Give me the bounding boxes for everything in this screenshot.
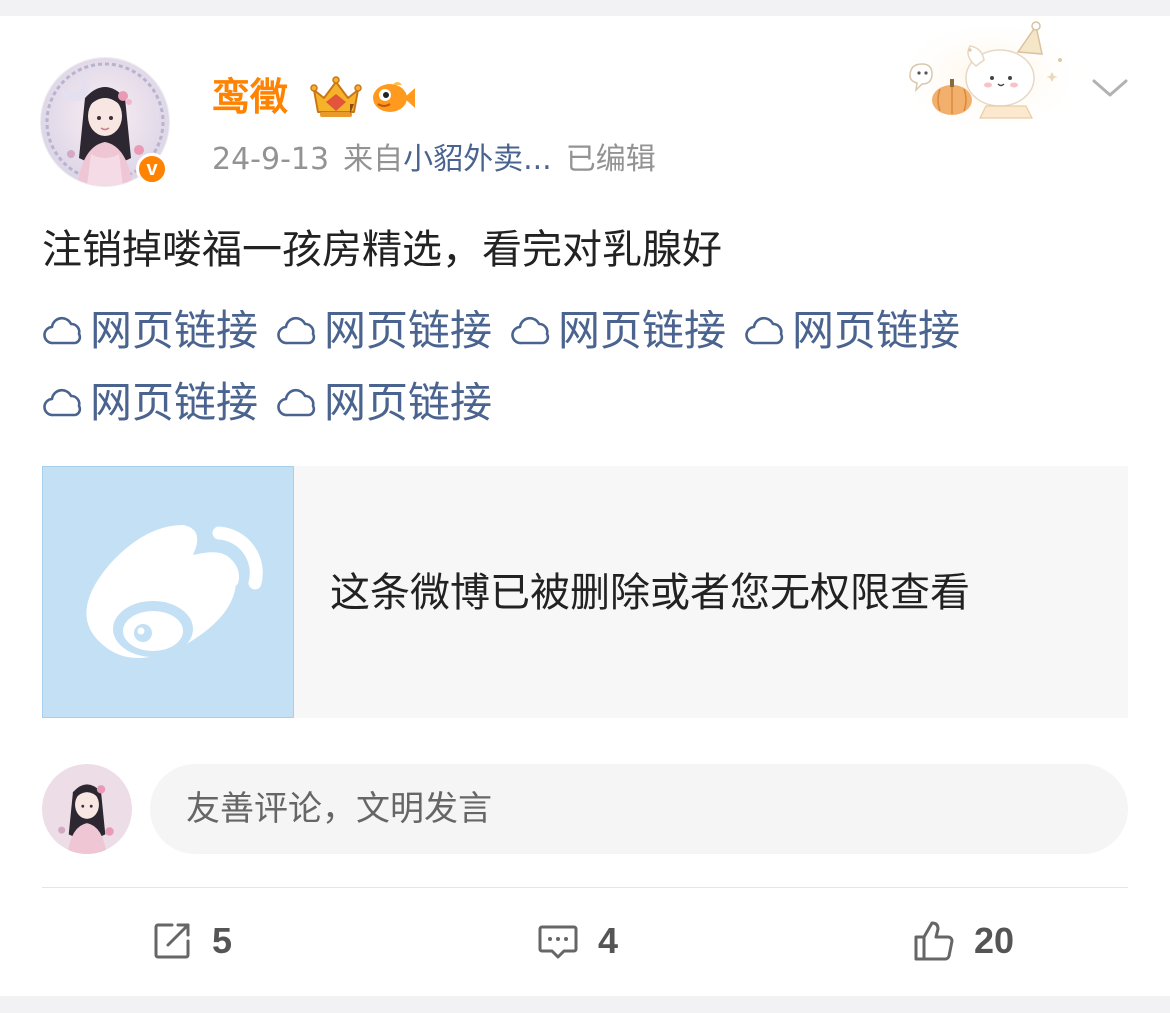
web-link-label: 网页链接 bbox=[792, 306, 961, 355]
web-link[interactable]: 网页链接 bbox=[42, 375, 258, 431]
web-link[interactable]: 网页链接 bbox=[276, 375, 492, 431]
post-meta: 24-9-13 来自小貂外卖... 已编辑 bbox=[212, 140, 656, 180]
current-user-avatar[interactable] bbox=[42, 764, 132, 854]
web-link[interactable]: 网页链接 bbox=[276, 303, 492, 359]
link-cloud-icon bbox=[745, 316, 784, 345]
author-name[interactable]: 鸾徵 bbox=[212, 72, 288, 122]
bottom-separator bbox=[0, 996, 1170, 1013]
link-cloud-icon bbox=[43, 388, 82, 417]
web-link-label: 网页链接 bbox=[90, 378, 259, 427]
source-app-link[interactable]: 小貂外卖... bbox=[403, 142, 552, 177]
edited-label[interactable]: 已编辑 bbox=[566, 142, 656, 177]
web-link-label: 网页链接 bbox=[558, 306, 727, 355]
author-avatar[interactable]: v bbox=[40, 57, 170, 187]
web-links: 网页链接 网页链接 网页链接 网页链接 网页链接 网页链接 bbox=[42, 295, 1132, 439]
fish-badge-icon[interactable] bbox=[370, 77, 416, 117]
web-link[interactable]: 网页链接 bbox=[744, 303, 960, 359]
deleted-message: 这条微博已被删除或者您无权限查看 bbox=[330, 570, 970, 616]
comment-input[interactable] bbox=[150, 764, 1128, 854]
repost-count: 5 bbox=[212, 920, 233, 961]
link-cloud-icon bbox=[43, 316, 82, 345]
like-count: 20 bbox=[974, 920, 1015, 961]
comment-button[interactable]: 4 bbox=[536, 915, 618, 967]
verified-badge-icon: v bbox=[136, 153, 168, 185]
web-link-label: 网页链接 bbox=[90, 306, 259, 355]
divider bbox=[42, 887, 1128, 888]
comment-icon bbox=[538, 925, 578, 959]
link-row: 网页链接 网页链接 网页链接 网页链接 bbox=[42, 295, 1132, 367]
link-cloud-icon bbox=[277, 316, 316, 345]
web-link[interactable]: 网页链接 bbox=[42, 303, 258, 359]
web-link[interactable]: 网页链接 bbox=[510, 303, 726, 359]
repost-button[interactable]: 5 bbox=[150, 915, 232, 967]
link-row: 网页链接 网页链接 bbox=[42, 367, 1132, 439]
link-cloud-icon bbox=[511, 316, 550, 345]
source-prefix: 来自 bbox=[343, 142, 404, 177]
post-date: 24-9-13 bbox=[212, 142, 330, 177]
web-link-label: 网页链接 bbox=[324, 306, 493, 355]
comment-count: 4 bbox=[598, 920, 619, 961]
weibo-logo-icon bbox=[86, 525, 263, 658]
deleted-repost-card[interactable]: 这条微博已被删除或者您无权限查看 bbox=[42, 466, 1128, 718]
thumbs-up-icon bbox=[914, 921, 954, 961]
post-text: 注销掉喽福一孩房精选，看完对乳腺好 bbox=[42, 227, 722, 273]
vip-crown-badge-icon[interactable] bbox=[308, 74, 364, 120]
chevron-down-icon[interactable] bbox=[1090, 72, 1130, 104]
repost-icon bbox=[154, 923, 190, 959]
link-cloud-icon bbox=[277, 388, 316, 417]
web-link-label: 网页链接 bbox=[324, 378, 493, 427]
like-button[interactable]: 20 bbox=[912, 915, 1014, 967]
top-separator bbox=[0, 0, 1170, 16]
deleted-thumbnail bbox=[42, 466, 294, 718]
card-decoration-sticker-icon bbox=[900, 16, 1080, 126]
